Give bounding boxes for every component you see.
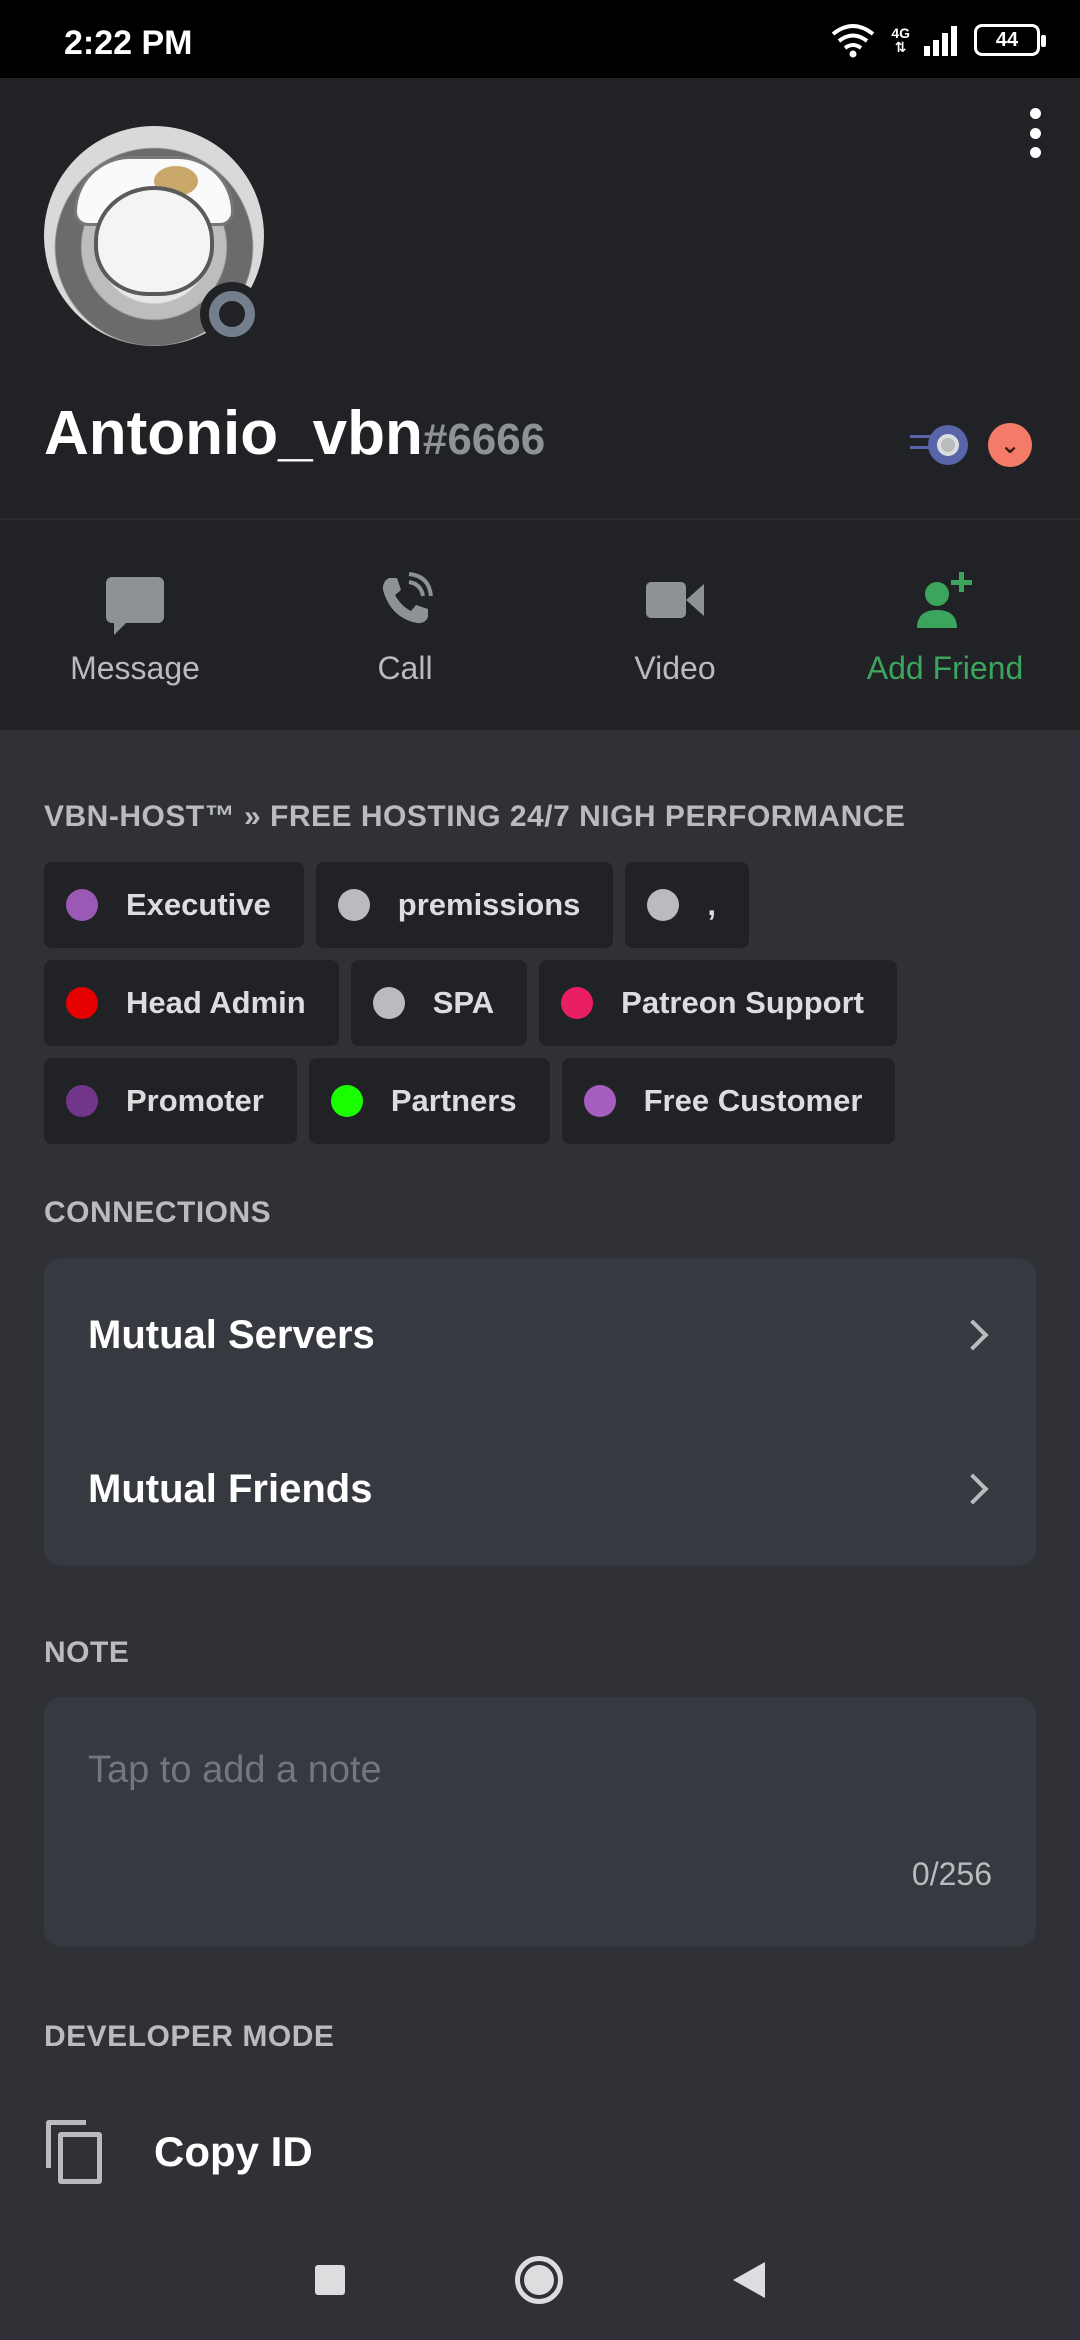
nitro-boost-badge-icon[interactable]	[910, 423, 968, 467]
chevron-right-icon	[957, 1319, 989, 1351]
role-name: premissions	[397, 887, 581, 922]
note-placeholder: Tap to add a note	[88, 1749, 382, 1791]
role-chip[interactable]: SPA	[350, 960, 528, 1046]
role-name: Patreon Support	[621, 985, 864, 1020]
role-chip[interactable]: Head Admin	[44, 960, 339, 1046]
role-color-dot	[337, 889, 370, 921]
navigation-bar	[0, 2220, 1080, 2340]
chevron-right-icon	[957, 1473, 989, 1505]
offline-status-icon	[200, 282, 264, 346]
username: Antonio_vbn	[44, 399, 423, 468]
note-character-count: 0/256	[911, 1856, 992, 1892]
role-name: Promoter	[126, 1083, 264, 1118]
video-button[interactable]: Video	[540, 520, 810, 730]
battery-icon: 44	[974, 24, 1046, 56]
role-color-dot	[66, 1085, 98, 1117]
role-color-dot	[66, 987, 98, 1019]
role-name: Free Customer	[643, 1083, 863, 1118]
message-label: Message	[70, 650, 200, 686]
role-name: Partners	[390, 1083, 517, 1118]
message-icon	[106, 577, 164, 635]
copy-id-button[interactable]: Copy ID	[44, 2120, 313, 2184]
connections-card: Mutual Servers Mutual Friends	[44, 1258, 1036, 1566]
status-time: 2:22 PM	[64, 24, 193, 62]
add-friend-button[interactable]: Add Friend	[810, 520, 1080, 730]
mutual-friends-row[interactable]: Mutual Friends	[44, 1412, 1036, 1566]
role-name: Executive	[126, 887, 271, 922]
developer-mode-title: DEVELOPER MODE	[44, 2020, 335, 2053]
call-label: Call	[377, 650, 433, 686]
profile-badges: ⌄	[910, 423, 1032, 467]
role-chip[interactable]: Free Customer	[561, 1058, 896, 1144]
role-list: Executive premissions , Head Admin SPA P…	[44, 862, 1044, 1144]
more-options-button[interactable]	[1020, 108, 1050, 158]
wifi-icon	[832, 24, 875, 58]
mutual-servers-label: Mutual Servers	[88, 1312, 375, 1357]
video-icon	[646, 582, 704, 618]
avatar-face	[94, 186, 214, 296]
role-color-dot	[647, 889, 680, 921]
username-row: Antonio_vbn #6666	[44, 398, 545, 469]
home-icon[interactable]	[515, 2256, 563, 2304]
role-chip[interactable]: ,	[625, 862, 750, 948]
role-color-dot	[583, 1085, 616, 1117]
mutual-servers-row[interactable]: Mutual Servers	[44, 1258, 1036, 1412]
message-button[interactable]: Message	[0, 520, 270, 730]
signal-icon	[924, 26, 957, 56]
data-arrows-icon: ⇅	[894, 39, 907, 55]
network-type: 4G ⇅	[891, 26, 910, 54]
back-icon[interactable]	[733, 2262, 765, 2298]
profile-actions: Message Call Video Add Friend	[0, 520, 1080, 730]
note-title: NOTE	[44, 1636, 130, 1669]
role-color-dot	[561, 987, 594, 1019]
role-name: SPA	[432, 985, 495, 1020]
role-color-dot	[330, 1085, 363, 1117]
battery-level: 44	[995, 28, 1019, 51]
server-section-title: VBN-HOST™ » FREE HOSTING 24/7 NIGH PERFO…	[44, 800, 906, 833]
role-chip[interactable]: premissions	[315, 862, 614, 948]
role-name: ,	[707, 887, 717, 922]
note-input[interactable]: Tap to add a note 0/256	[44, 1697, 1036, 1947]
role-color-dot	[66, 889, 98, 921]
status-bar: 2:22 PM 4G ⇅ 44	[0, 0, 1080, 78]
copy-id-label: Copy ID	[154, 2128, 313, 2175]
status-icons: 4G ⇅ 44	[829, 20, 1046, 60]
role-chip[interactable]: Patreon Support	[539, 960, 897, 1046]
call-icon	[382, 572, 433, 624]
add-friend-label: Add Friend	[866, 650, 1024, 686]
network-label: 4G	[891, 25, 910, 41]
mutual-friends-label: Mutual Friends	[88, 1466, 373, 1511]
video-label: Video	[634, 650, 716, 686]
role-name: Head Admin	[126, 985, 306, 1020]
role-color-dot	[372, 987, 405, 1019]
recents-icon[interactable]	[315, 2265, 345, 2295]
add-friend-icon	[917, 572, 972, 628]
profile-header: Antonio_vbn #6666 ⌄	[0, 78, 1080, 518]
role-chip[interactable]: Partners	[308, 1058, 550, 1144]
hypesquad-badge-icon[interactable]: ⌄	[988, 423, 1032, 467]
role-chip[interactable]: Executive	[44, 862, 304, 948]
discriminator: #6666	[422, 415, 546, 464]
copy-icon	[44, 2120, 104, 2184]
role-chip[interactable]: Promoter	[44, 1058, 297, 1144]
connections-title: CONNECTIONS	[44, 1196, 272, 1229]
call-button[interactable]: Call	[270, 520, 540, 730]
